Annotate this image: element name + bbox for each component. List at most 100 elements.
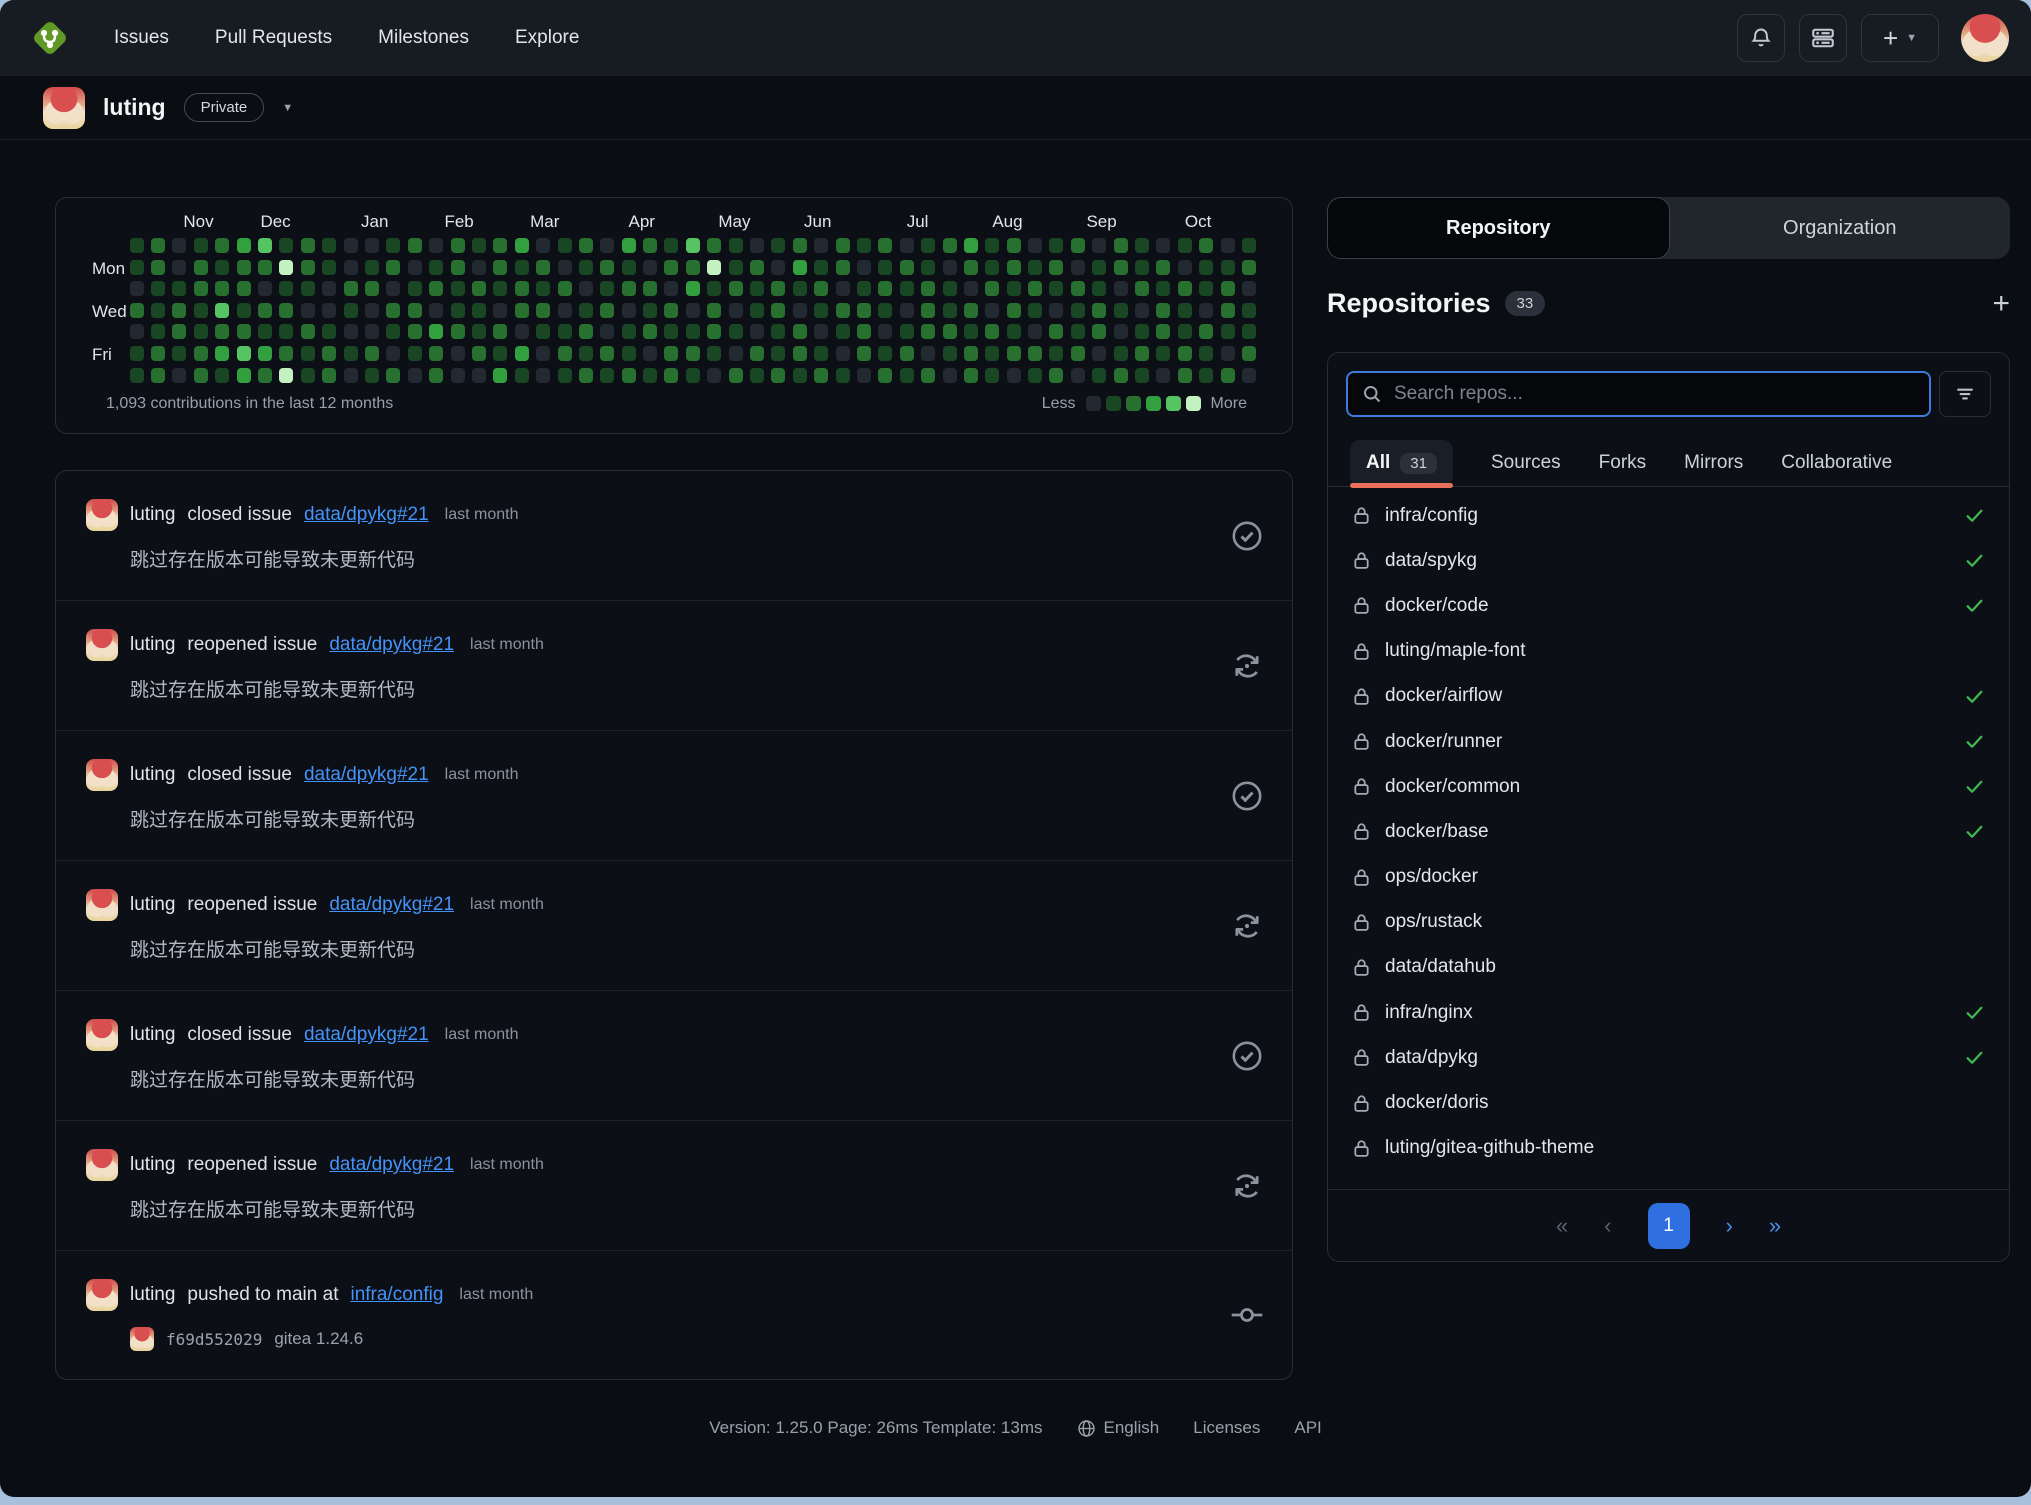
repo-name[interactable]: data/dpykg: [1385, 1047, 1478, 1069]
activity-time: last month: [470, 896, 544, 914]
search-input[interactable]: [1394, 383, 1915, 405]
activity-user[interactable]: luting: [130, 634, 175, 656]
repo-row[interactable]: infra/config: [1328, 493, 2009, 538]
repo-tab-collaborative[interactable]: Collaborative: [1781, 440, 1892, 486]
nav-link-issues[interactable]: Issues: [114, 27, 169, 49]
repo-name[interactable]: docker/base: [1385, 821, 1489, 843]
activity-avatar[interactable]: [86, 1149, 118, 1181]
repo-row[interactable]: luting/maple-font: [1328, 629, 2009, 674]
filter-button[interactable]: [1939, 371, 1991, 417]
heatmap-cell: [237, 324, 251, 339]
repo-name[interactable]: docker/doris: [1385, 1092, 1489, 1114]
heatmap-cell: [237, 238, 251, 253]
repo-name[interactable]: docker/code: [1385, 595, 1489, 617]
repo-row[interactable]: data/dpykg: [1328, 1035, 2009, 1080]
repo-name[interactable]: docker/common: [1385, 776, 1520, 798]
repo-name[interactable]: ops/docker: [1385, 866, 1478, 888]
repo-row[interactable]: data/datahub: [1328, 945, 2009, 990]
create-new-button[interactable]: + ▼: [1861, 14, 1939, 62]
repo-name[interactable]: data/datahub: [1385, 956, 1496, 978]
language-selector[interactable]: English: [1077, 1418, 1160, 1438]
repo-row[interactable]: docker/base: [1328, 809, 2009, 854]
activity-target-link[interactable]: data/dpykg#21: [304, 1024, 429, 1046]
activity-avatar[interactable]: [86, 499, 118, 531]
repo-name[interactable]: data/spykg: [1385, 550, 1477, 572]
activity-user[interactable]: luting: [130, 894, 175, 916]
repo-row[interactable]: infra/nginx: [1328, 990, 2009, 1035]
heatmap-cell: [1242, 281, 1256, 296]
heatmap-cell: [900, 260, 914, 275]
repo-tab-forks[interactable]: Forks: [1599, 440, 1647, 486]
last-page-button[interactable]: »: [1769, 1213, 1781, 1239]
profile-avatar[interactable]: [43, 87, 85, 129]
page-1-button[interactable]: 1: [1648, 1203, 1690, 1249]
repo-name[interactable]: docker/runner: [1385, 731, 1502, 753]
activity-target-link[interactable]: data/dpykg#21: [304, 504, 429, 526]
heatmap-cell: [1092, 281, 1106, 296]
activity-avatar[interactable]: [86, 889, 118, 921]
activity-avatar[interactable]: [86, 629, 118, 661]
heatmap-cell: [536, 324, 550, 339]
activity-target-link[interactable]: data/dpykg#21: [329, 894, 454, 916]
profile-header: luting Private ▼: [0, 76, 2031, 140]
repo-name[interactable]: luting/maple-font: [1385, 640, 1525, 662]
api-link[interactable]: API: [1294, 1418, 1321, 1438]
heatmap-cell: [943, 346, 957, 361]
licenses-link[interactable]: Licenses: [1193, 1418, 1260, 1438]
repo-search-row: [1328, 353, 2009, 425]
repo-name[interactable]: luting/gitea-github-theme: [1385, 1137, 1594, 1159]
lock-icon: [1352, 687, 1371, 706]
repo-tab-sources[interactable]: Sources: [1491, 440, 1561, 486]
repo-row[interactable]: data/spykg: [1328, 538, 2009, 583]
repo-row[interactable]: docker/runner: [1328, 719, 2009, 764]
nav-link-pull-requests[interactable]: Pull Requests: [215, 27, 332, 49]
activity-target-link[interactable]: data/dpykg#21: [304, 764, 429, 786]
next-page-button[interactable]: ›: [1726, 1213, 1733, 1239]
activity-target-link[interactable]: infra/config: [350, 1284, 443, 1306]
repo-tab-label: Forks: [1599, 452, 1647, 473]
repo-row[interactable]: luting/gitea-github-theme: [1328, 1126, 2009, 1171]
tab-repository[interactable]: Repository: [1327, 197, 1670, 259]
activity-target-link[interactable]: data/dpykg#21: [329, 634, 454, 656]
repo-tab-mirrors[interactable]: Mirrors: [1684, 440, 1743, 486]
legend-less-label: Less: [1042, 395, 1076, 413]
repo-row[interactable]: docker/doris: [1328, 1080, 2009, 1125]
nav-link-explore[interactable]: Explore: [515, 27, 579, 49]
activity-user[interactable]: luting: [130, 1024, 175, 1046]
user-avatar[interactable]: [1961, 14, 2009, 62]
heatmap-cell: [558, 238, 572, 253]
repo-row[interactable]: ops/rustack: [1328, 900, 2009, 945]
repo-row[interactable]: ops/docker: [1328, 855, 2009, 900]
heatmap-day-label: Mon: [92, 259, 125, 279]
activity-avatar[interactable]: [86, 1019, 118, 1051]
repo-row[interactable]: docker/airflow: [1328, 674, 2009, 719]
activity-avatar[interactable]: [86, 1279, 118, 1311]
tab-organization[interactable]: Organization: [1670, 197, 2011, 259]
admin-panel-button[interactable]: [1799, 14, 1847, 62]
repo-tab-all[interactable]: All31: [1350, 440, 1453, 486]
heatmap-cell: [1156, 368, 1170, 383]
heatmap-cell: [429, 238, 443, 253]
activity-user[interactable]: luting: [130, 504, 175, 526]
profile-chevron-down-icon[interactable]: ▼: [282, 102, 293, 114]
repo-name[interactable]: infra/config: [1385, 505, 1478, 527]
activity-avatar[interactable]: [86, 759, 118, 791]
gitea-logo-icon[interactable]: [28, 16, 72, 60]
repo-name[interactable]: ops/rustack: [1385, 911, 1482, 933]
heatmap-cell: [1199, 368, 1213, 383]
repo-name[interactable]: docker/airflow: [1385, 685, 1502, 707]
repositories-heading-row: Repositories 33 +: [1327, 288, 2010, 319]
repo-row[interactable]: docker/common: [1328, 764, 2009, 809]
repo-name[interactable]: infra/nginx: [1385, 1002, 1473, 1024]
activity-user[interactable]: luting: [130, 1284, 175, 1306]
repo-row[interactable]: docker/code: [1328, 583, 2009, 628]
activity-body: 跳过存在版本可能导致未更新代码: [130, 935, 1212, 962]
new-repo-plus-icon[interactable]: +: [1992, 289, 2010, 319]
activity-user[interactable]: luting: [130, 764, 175, 786]
activity-target-link[interactable]: data/dpykg#21: [329, 1154, 454, 1176]
commit-hash[interactable]: f69d552029: [166, 1330, 262, 1349]
nav-link-milestones[interactable]: Milestones: [378, 27, 469, 49]
activity-user[interactable]: luting: [130, 1154, 175, 1176]
version-info: Version: 1.25.0 Page: 26ms Template: 13m…: [709, 1418, 1042, 1438]
notifications-button[interactable]: [1737, 14, 1785, 62]
